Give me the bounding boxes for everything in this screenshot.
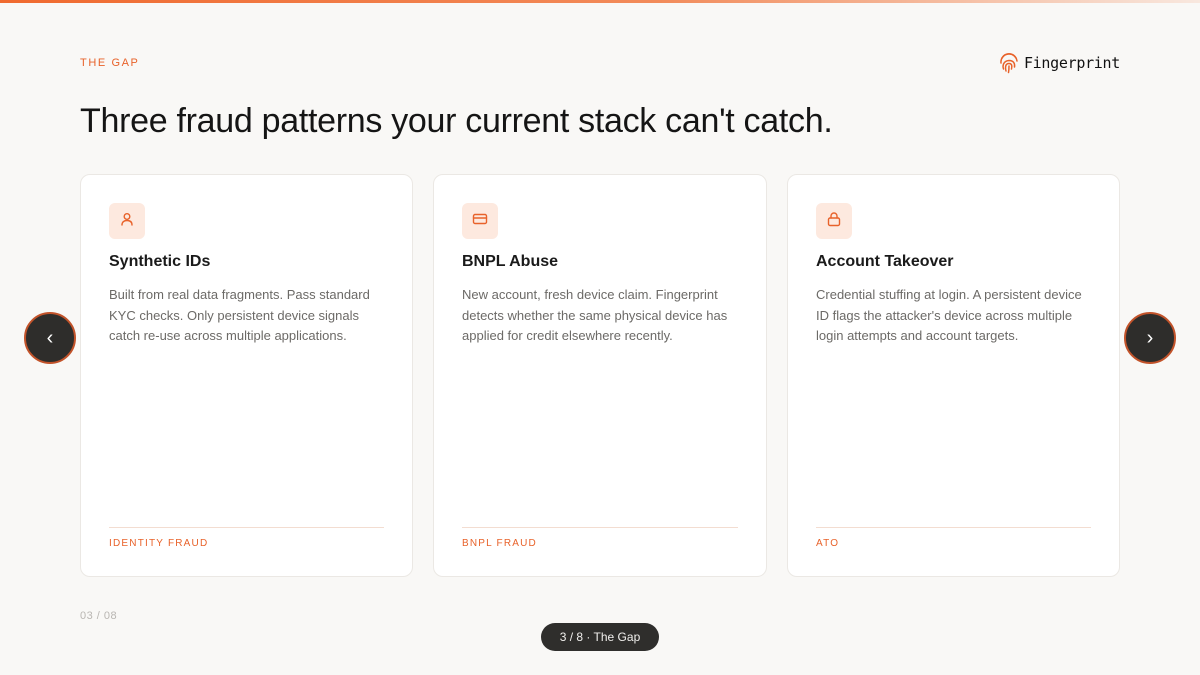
- lock-icon: [826, 211, 842, 232]
- card-bnpl-abuse: BNPL Abuse New account, fresh device cla…: [433, 174, 767, 577]
- card-title: BNPL Abuse: [462, 253, 559, 270]
- card-icon-box: [109, 203, 145, 239]
- card-synthetic-ids: Synthetic IDs Built from real data fragm…: [80, 174, 413, 577]
- next-slide-button[interactable]: ›: [1124, 312, 1176, 364]
- card-description: New account, fresh device claim. Fingerp…: [462, 287, 728, 344]
- card-description: Credential stuffing at login. A persiste…: [816, 287, 1082, 344]
- slide-indicator[interactable]: 3 / 8 · The Gap: [541, 623, 659, 651]
- card-divider: [109, 527, 384, 528]
- card-tag: BNPL FRAUD: [462, 538, 537, 549]
- card-tag: ATO: [816, 538, 840, 549]
- chevron-right-icon: ›: [1146, 326, 1154, 349]
- slide-progress-bar: [0, 0, 1200, 3]
- card-divider: [816, 527, 1091, 528]
- previous-slide-button[interactable]: ‹: [24, 312, 76, 364]
- card-title: Synthetic IDs: [109, 253, 211, 270]
- card-title: Account Takeover: [816, 253, 954, 270]
- page-title: Three fraud patterns your current stack …: [80, 102, 833, 140]
- fingerprint-icon: [999, 52, 1019, 74]
- card-icon-box: [816, 203, 852, 239]
- chevron-left-icon: ‹: [46, 326, 54, 349]
- section-eyebrow: THE GAP: [80, 57, 140, 69]
- brand-logo: Fingerprint: [999, 51, 1120, 75]
- user-icon: [119, 211, 135, 232]
- card-description: Built from real data fragments. Pass sta…: [109, 287, 370, 344]
- brand-name: Fingerprint: [1023, 54, 1120, 72]
- card-account-takeover: Account Takeover Credential stuffing at …: [787, 174, 1120, 577]
- credit-card-icon: [472, 211, 488, 232]
- card-tag: IDENTITY FRAUD: [109, 538, 209, 549]
- card-divider: [462, 527, 738, 528]
- card-icon-box: [462, 203, 498, 239]
- page-counter: 03 / 08: [80, 610, 118, 622]
